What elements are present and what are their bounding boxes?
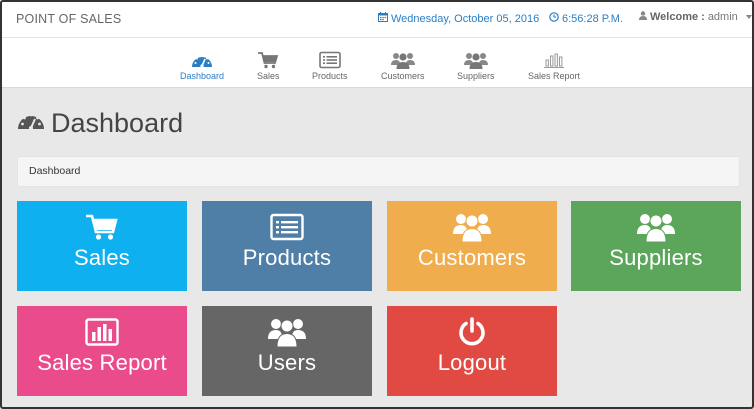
power-icon — [457, 316, 487, 348]
cart-icon — [85, 211, 119, 243]
bar-chart-icon — [85, 316, 119, 348]
top-header: POINT OF SALES Wednesday, October 05, 20… — [2, 2, 752, 38]
time-display: 6:56:28 P.M. — [549, 12, 623, 25]
nav-label: Dashboard — [180, 71, 225, 81]
tile-sales[interactable]: Sales — [17, 201, 187, 291]
users-icon — [453, 211, 491, 243]
nav-label: Customers — [381, 71, 425, 81]
tile-logout[interactable]: Logout — [387, 306, 557, 396]
tile-customers[interactable]: Customers — [387, 201, 557, 291]
user-icon — [639, 11, 647, 23]
cart-icon — [257, 51, 279, 71]
tile-users[interactable]: Users — [202, 306, 372, 396]
nav-item-sales-report[interactable]: Sales Report — [528, 51, 580, 81]
nav-label: Sales — [257, 71, 280, 81]
nav-item-customers[interactable]: Customers — [381, 51, 425, 81]
breadcrumb: Dashboard — [17, 156, 740, 187]
dashboard-icon — [191, 51, 213, 71]
tile-products[interactable]: Products — [202, 201, 372, 291]
tile-sales-report[interactable]: Sales Report — [17, 306, 187, 396]
user-menu[interactable]: Welcome : admin — [639, 11, 752, 23]
dashboard-icon — [17, 108, 45, 139]
username: admin — [707, 11, 738, 23]
date-text: Wednesday, October 05, 2016 — [391, 12, 540, 25]
clock-icon — [549, 12, 559, 25]
date-display: Wednesday, October 05, 2016 — [378, 12, 539, 25]
app-window: POINT OF SALES Wednesday, October 05, 20… — [0, 0, 754, 409]
main-nav: Dashboard Sales Products Customers Suppl… — [2, 38, 752, 88]
tile-label: Sales Report — [37, 350, 167, 375]
calendar-icon — [378, 12, 388, 25]
tile-label: Sales — [73, 245, 131, 270]
page-title-text: Dashboard — [51, 108, 184, 138]
nav-item-sales[interactable]: Sales — [257, 51, 280, 81]
nav-label: Products — [312, 71, 348, 81]
tile-label: Products — [242, 245, 332, 270]
welcome-label: Welcome : — [650, 11, 705, 23]
page-title: Dashboard — [17, 108, 183, 139]
breadcrumb-item[interactable]: Dashboard — [29, 165, 80, 177]
nav-item-suppliers[interactable]: Suppliers — [457, 51, 495, 81]
bar-chart-icon — [543, 51, 565, 71]
time-text: 6:56:28 P.M. — [562, 12, 623, 25]
list-icon — [270, 211, 304, 243]
tile-label: Suppliers — [609, 245, 703, 270]
nav-item-products[interactable]: Products — [312, 51, 348, 81]
nav-label: Suppliers — [457, 71, 495, 81]
users-icon — [463, 51, 488, 71]
tile-suppliers[interactable]: Suppliers — [571, 201, 741, 291]
users-icon — [637, 211, 675, 243]
tile-label: Users — [257, 350, 317, 375]
tile-label: Logout — [437, 350, 507, 375]
users-icon — [268, 316, 306, 348]
nav-label: Sales Report — [528, 71, 581, 81]
tile-label: Customers — [417, 245, 527, 270]
list-icon — [318, 51, 341, 71]
nav-item-dashboard[interactable]: Dashboard — [180, 51, 224, 81]
users-icon — [390, 51, 415, 71]
chevron-down-icon — [745, 15, 752, 19]
brand-title: POINT OF SALES — [16, 12, 122, 26]
